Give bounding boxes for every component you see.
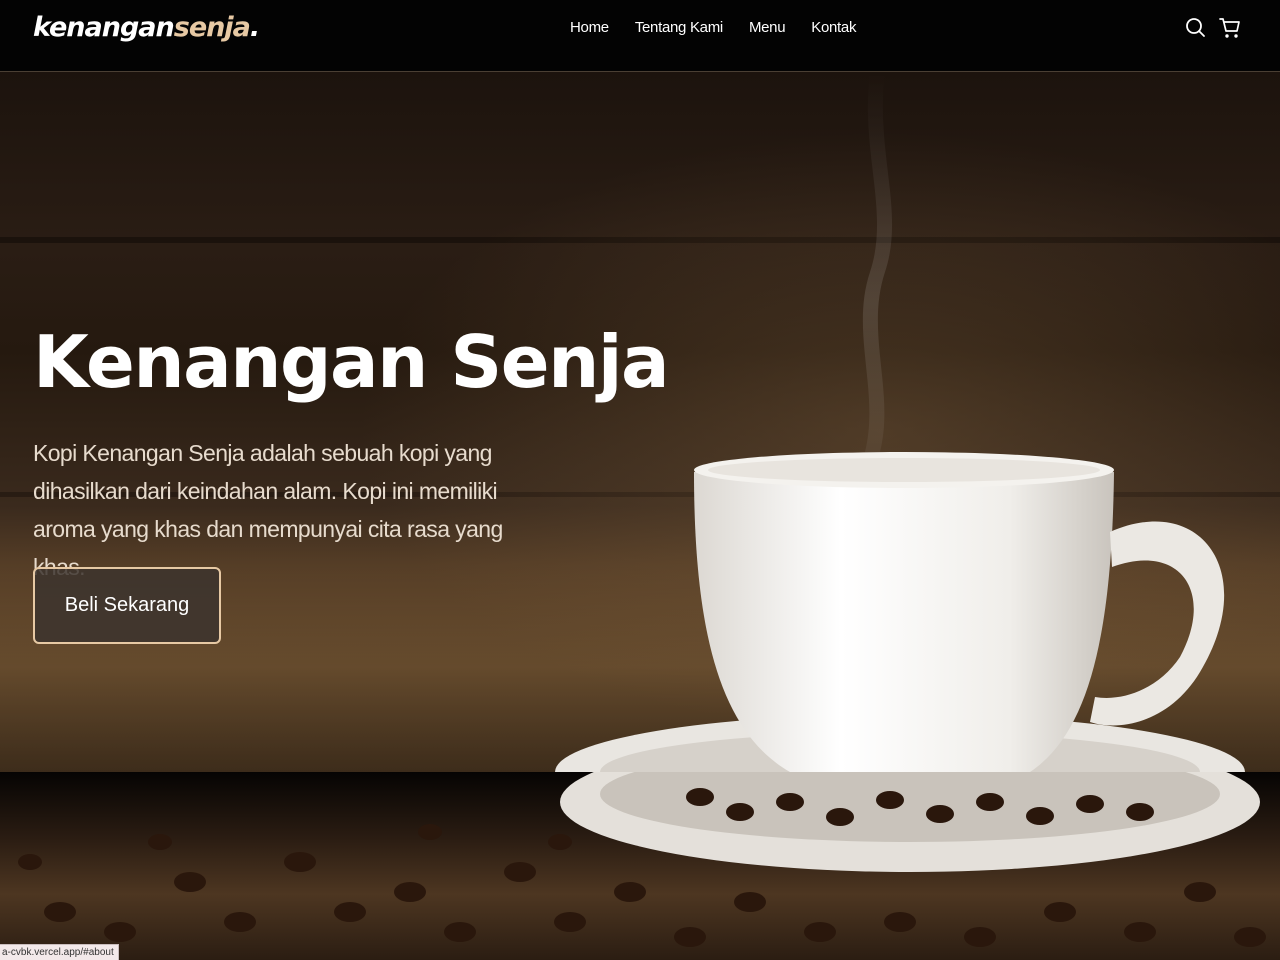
nav-link-about[interactable]: Tentang Kami — [635, 19, 723, 36]
nav-icons — [1185, 16, 1253, 40]
logo-accent: senja — [173, 12, 251, 43]
coffee-cup-image — [0, 72, 1280, 772]
navbar: kenangansenja. Home Tentang Kami Menu Ko… — [0, 0, 1280, 72]
hero-description: Kopi Kenangan Senja adalah sebuah kopi y… — [33, 440, 503, 580]
nav-link-contact[interactable]: Kontak — [811, 19, 856, 36]
nav-link-home[interactable]: Home — [570, 19, 609, 36]
hero-title: Kenangan Senja — [33, 320, 670, 404]
cart-icon[interactable] — [1219, 16, 1241, 40]
logo-main: kenangan — [33, 12, 175, 43]
coffee-beans-image: a-cvbk.vercel.app/#about — [0, 772, 1280, 960]
nav-link-menu[interactable]: Menu — [749, 19, 786, 36]
status-bar-url: a-cvbk.vercel.app/#about — [0, 944, 119, 960]
hero-section: Kenangan Senja Kopi Kenangan Senja adala… — [0, 72, 1280, 772]
search-icon[interactable] — [1185, 16, 1207, 40]
coffee-beans-illustration — [18, 772, 1266, 947]
nav-links: Home Tentang Kami Menu Kontak — [570, 19, 882, 36]
buy-now-button[interactable]: Beli Sekarang — [33, 567, 221, 644]
brand-logo[interactable]: kenangansenja. — [33, 12, 260, 43]
logo-dot: . — [249, 12, 260, 43]
